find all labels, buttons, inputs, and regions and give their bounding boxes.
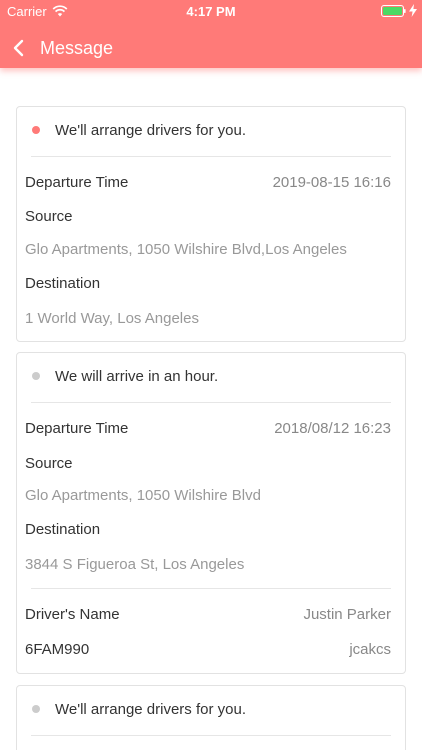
message-title: We'll arrange drivers for you. [55,122,246,139]
plate-value: jcakcs [349,641,391,658]
license-plate: 6FAM990 [25,641,90,658]
battery-icon [381,5,406,17]
message-title: We will arrive in an hour. [55,368,219,385]
status-bar: Carrier 4:17 PM [0,0,422,22]
message-header: We'll arrange drivers for you. [17,107,405,157]
status-dot-inactive [32,705,40,713]
destination-label: Destination [25,275,101,292]
source-address: Glo Apartments, 1050 Wilshire Blvd,Los A… [25,241,347,258]
message-card[interactable]: We'll arrange drivers for you. [16,685,406,750]
divider [31,402,391,403]
driver-name-label: Driver's Name [25,606,120,623]
charging-bolt-icon [409,4,417,17]
message-title: We'll arrange drivers for you. [55,701,246,718]
message-header: We'll arrange drivers for you. [17,686,405,736]
status-dot-inactive [32,372,40,380]
divider [31,156,391,157]
status-time: 4:17 PM [186,4,236,19]
driver-name-value: Justin Parker [303,606,391,623]
destination-address: 3844 S Figueroa St, Los Angeles [25,556,245,573]
source-label: Source [25,455,73,472]
departure-time-value: 2019-08-15 16:16 [272,174,391,191]
app-header: Carrier 4:17 PM Message [0,0,422,68]
source-label: Source [25,208,73,225]
divider [31,735,391,736]
status-dot-active [32,126,40,134]
back-chevron-icon[interactable] [12,39,26,57]
source-address: Glo Apartments, 1050 Wilshire Blvd [25,487,261,504]
departure-time-label: Departure Time [25,174,129,191]
departure-time-label: Departure Time [25,420,129,437]
divider [31,588,391,589]
departure-time-value: 2018/08/12 16:23 [274,420,391,437]
page-title: Message [40,38,114,58]
destination-address: 1 World Way, Los Angeles [25,310,199,327]
message-header: We will arrive in an hour. [17,353,405,403]
destination-label: Destination [25,521,101,538]
message-card[interactable]: We will arrive in an hour. Departure Tim… [16,352,406,674]
message-card[interactable]: We'll arrange drivers for you. Departure… [16,106,406,342]
nav-bar: Message [0,30,422,66]
